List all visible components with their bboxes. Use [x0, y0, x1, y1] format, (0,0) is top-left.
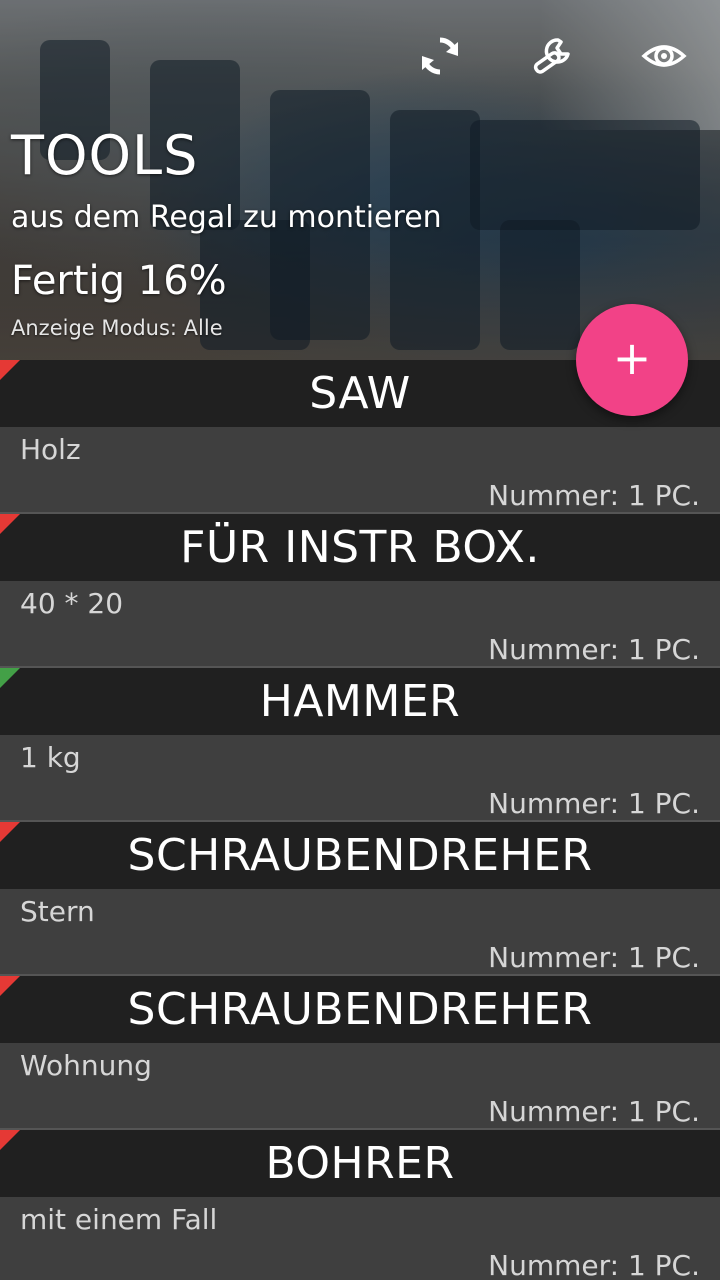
status-indicator-open: [0, 514, 20, 534]
item-description: Stern: [20, 895, 95, 928]
item-description: 40 * 20: [20, 587, 124, 620]
status-indicator-open: [0, 976, 20, 996]
item-title: SAW: [309, 368, 411, 419]
item-header: SCHRAUBENDREHER: [0, 822, 720, 889]
tool-list: SAW Holz Nummer: 1 PC. FÜR INSTR BOX. 40…: [0, 360, 720, 1280]
item-quantity: Nummer: 1 PC.: [488, 633, 700, 666]
item-title: SCHRAUBENDREHER: [127, 984, 593, 1035]
item-title: SCHRAUBENDREHER: [127, 830, 593, 881]
list-item[interactable]: SCHRAUBENDREHER Stern Nummer: 1 PC.: [0, 822, 720, 976]
item-body: Stern Nummer: 1 PC.: [0, 889, 720, 974]
item-quantity: Nummer: 1 PC.: [488, 479, 700, 512]
page-title: TOOLS: [11, 124, 199, 187]
item-title: FÜR INSTR BOX.: [180, 522, 540, 573]
item-title: BOHRER: [265, 1138, 455, 1189]
status-indicator-open: [0, 1130, 20, 1150]
page-subtitle: aus dem Regal zu montieren: [11, 200, 442, 235]
item-body: 40 * 20 Nummer: 1 PC.: [0, 581, 720, 666]
item-title: HAMMER: [259, 676, 461, 727]
item-description: Holz: [20, 433, 81, 466]
item-body: mit einem Fall Nummer: 1 PC.: [0, 1197, 720, 1280]
list-item[interactable]: FÜR INSTR BOX. 40 * 20 Nummer: 1 PC.: [0, 514, 720, 668]
item-quantity: Nummer: 1 PC.: [488, 1249, 700, 1280]
item-header: SCHRAUBENDREHER: [0, 976, 720, 1043]
item-description: 1 kg: [20, 741, 81, 774]
item-description: Wohnung: [20, 1049, 152, 1082]
progress-label: Fertig 16%: [11, 258, 227, 304]
wrench-icon: [533, 38, 570, 74]
item-body: Wohnung Nummer: 1 PC.: [0, 1043, 720, 1128]
item-quantity: Nummer: 1 PC.: [488, 941, 700, 974]
settings-button[interactable]: [526, 30, 578, 82]
status-indicator-open: [0, 360, 20, 380]
item-body: Holz Nummer: 1 PC.: [0, 427, 720, 512]
item-header: HAMMER: [0, 668, 720, 735]
plus-icon: +: [612, 331, 652, 385]
status-indicator-open: [0, 822, 20, 842]
status-indicator-done: [0, 668, 20, 688]
list-item[interactable]: BOHRER mit einem Fall Nummer: 1 PC.: [0, 1130, 720, 1280]
item-header: FÜR INSTR BOX.: [0, 514, 720, 581]
item-quantity: Nummer: 1 PC.: [488, 787, 700, 820]
display-mode-button[interactable]: [638, 30, 690, 82]
add-item-button[interactable]: +: [576, 304, 688, 416]
refresh-button[interactable]: [414, 30, 466, 82]
item-header: BOHRER: [0, 1130, 720, 1197]
display-mode-label: Anzeige Modus: Alle: [11, 316, 223, 340]
list-item[interactable]: HAMMER 1 kg Nummer: 1 PC.: [0, 668, 720, 822]
item-quantity: Nummer: 1 PC.: [488, 1095, 700, 1128]
list-item[interactable]: SCHRAUBENDREHER Wohnung Nummer: 1 PC.: [0, 976, 720, 1130]
refresh-icon: [422, 37, 458, 75]
item-description: mit einem Fall: [20, 1203, 218, 1236]
item-body: 1 kg Nummer: 1 PC.: [0, 735, 720, 820]
eye-icon: [641, 45, 687, 67]
header-banner: TOOLS aus dem Regal zu montieren Fertig …: [0, 0, 720, 360]
